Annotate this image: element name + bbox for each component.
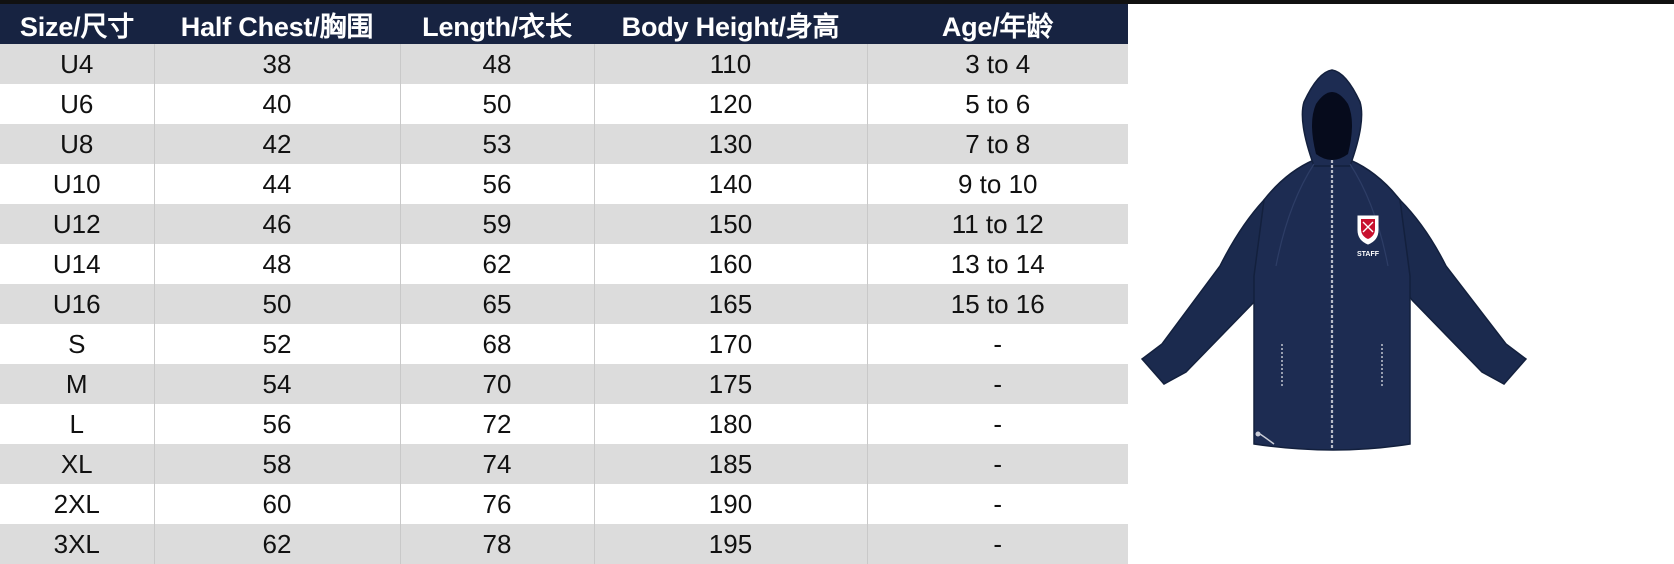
cell-half-chest: 58 [153,444,400,484]
cell-size: U12 [0,204,154,244]
cell-body-height: 160 [593,244,867,284]
cell-size: U4 [0,44,154,84]
cell-body-height: 170 [593,324,867,364]
cell-length: 68 [399,324,594,364]
cell-length: 62 [399,244,594,284]
cell-half-chest: 54 [153,364,400,404]
table-row: U8 42 53 130 7 to 8 [0,124,1128,164]
table-row: U14 48 62 160 13 to 14 [0,244,1128,284]
cell-size: 3XL [0,524,154,564]
cell-age: 7 to 8 [866,124,1128,164]
cell-size: U8 [0,124,154,164]
cell-size: U10 [0,164,154,204]
cell-age: 13 to 14 [866,244,1128,284]
cell-half-chest: 62 [153,524,400,564]
table-row: M 54 70 175 - [0,364,1128,404]
cell-size: U16 [0,284,154,324]
cell-body-height: 195 [593,524,867,564]
cell-size: L [0,404,154,444]
cell-age: 9 to 10 [866,164,1128,204]
drawcord-toggle [1255,431,1261,437]
cell-length: 72 [399,404,594,444]
cell-half-chest: 42 [153,124,400,164]
table-row: U4 38 48 110 3 to 4 [0,44,1128,84]
cell-age: 15 to 16 [866,284,1128,324]
cell-age: - [866,324,1128,364]
cell-body-height: 140 [593,164,867,204]
cell-size: 2XL [0,484,154,524]
cell-length: 56 [399,164,594,204]
column-header-age: Age/年龄 [867,4,1128,44]
right-sleeve [1393,198,1528,385]
table-row: U12 46 59 150 11 to 12 [0,204,1128,244]
cell-length: 78 [399,524,594,564]
cell-age: 3 to 4 [866,44,1128,84]
hooded-jacket-icon: STAFF [1140,69,1528,451]
cell-half-chest: 60 [153,484,400,524]
staff-badge-text: STAFF [1357,251,1380,258]
cell-age: 5 to 6 [866,84,1128,124]
cell-half-chest: 56 [153,404,400,444]
cell-size: U14 [0,244,154,284]
cell-body-height: 175 [593,364,867,404]
cell-half-chest: 46 [153,204,400,244]
cell-body-height: 165 [593,284,867,324]
cell-half-chest: 48 [153,244,400,284]
crest-icon [1357,215,1379,245]
table-row: XL 58 74 185 - [0,444,1128,484]
cell-body-height: 180 [593,404,867,444]
table-row: 3XL 62 78 195 - [0,524,1128,564]
table-row: 2XL 60 76 190 - [0,484,1128,524]
cell-body-height: 190 [593,484,867,524]
table-row: U16 50 65 165 15 to 16 [0,284,1128,324]
cell-size: S [0,324,154,364]
cell-age: 11 to 12 [866,204,1128,244]
cell-age: - [866,524,1128,564]
table-row: U6 40 50 120 5 to 6 [0,84,1128,124]
size-chart-table: Size/尺寸 Half Chest/胸围 Length/衣长 Body Hei… [0,4,1128,564]
cell-age: - [866,364,1128,404]
cell-body-height: 150 [593,204,867,244]
cell-length: 74 [399,444,594,484]
cell-length: 48 [399,44,594,84]
cell-half-chest: 44 [153,164,400,204]
cell-length: 53 [399,124,594,164]
cell-age: - [866,444,1128,484]
cell-length: 59 [399,204,594,244]
cell-length: 76 [399,484,594,524]
cell-length: 50 [399,84,594,124]
table-row: U10 44 56 140 9 to 10 [0,164,1128,204]
product-image-panel: STAFF [1128,4,1674,564]
cell-body-height: 130 [593,124,867,164]
cell-age: - [866,484,1128,524]
column-header-half-chest: Half Chest/胸围 [154,4,400,44]
cell-half-chest: 50 [153,284,400,324]
cell-half-chest: 52 [153,324,400,364]
cell-half-chest: 38 [153,44,400,84]
table-row: S 52 68 170 - [0,324,1128,364]
column-header-size: Size/尺寸 [0,4,154,44]
cell-half-chest: 40 [153,84,400,124]
table-row: L 56 72 180 - [0,404,1128,444]
cell-length: 65 [399,284,594,324]
column-header-length: Length/衣长 [400,4,594,44]
cell-age: - [866,404,1128,444]
cell-size: XL [0,444,154,484]
cell-length: 70 [399,364,594,404]
cell-body-height: 185 [593,444,867,484]
hood-opening [1312,92,1352,160]
cell-body-height: 120 [593,84,867,124]
table-header-row: Size/尺寸 Half Chest/胸围 Length/衣长 Body Hei… [0,4,1128,44]
left-sleeve [1140,198,1273,385]
column-header-body-height: Body Height/身高 [594,4,867,44]
cell-body-height: 110 [593,44,867,84]
cell-size: U6 [0,84,154,124]
cell-size: M [0,364,154,404]
